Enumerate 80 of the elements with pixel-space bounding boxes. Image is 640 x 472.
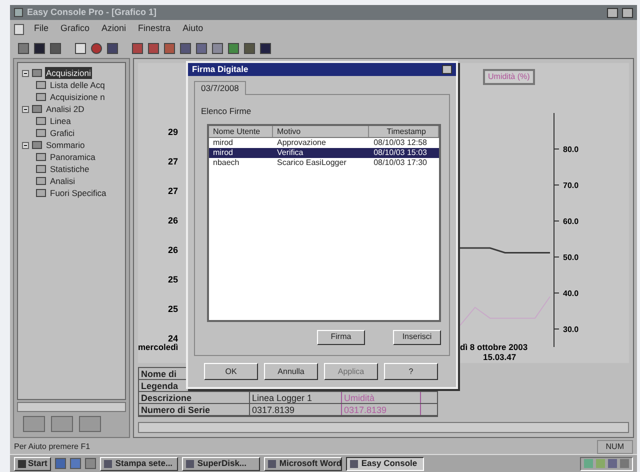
axis-tick-label: 25	[168, 304, 178, 314]
axis-tick-label: 27	[168, 186, 178, 196]
box-icon[interactable]	[132, 42, 143, 54]
collapse-icon[interactable]	[22, 70, 29, 76]
tree-item[interactable]: Panoramica	[49, 150, 96, 164]
group-label: Elenco Firme	[201, 105, 252, 118]
table-cell: Umidità	[341, 392, 421, 403]
tree-item[interactable]: Fuori Specifica	[49, 186, 108, 200]
axis-tick-label: 80.0	[563, 145, 579, 154]
axis-tick-label: 25	[168, 274, 178, 284]
tree-item[interactable]: Analisi 2D	[45, 102, 86, 116]
tree-item[interactable]: Lista delle Acq	[49, 78, 106, 92]
dialog-title: Firma Digitale	[192, 63, 248, 76]
tree-item[interactable]: Statistiche	[49, 162, 90, 176]
scrollbar[interactable]	[17, 402, 126, 412]
taskbar-button[interactable]: Stampa sete...	[100, 456, 178, 470]
axis-tick-label: 40.0	[563, 289, 579, 298]
tree-item[interactable]: Sommario	[45, 138, 86, 152]
date-label: mercoledì	[138, 342, 178, 352]
button: Applica	[324, 363, 378, 380]
tree-item[interactable]: Acquisizione n	[49, 90, 106, 104]
axis-tick-label: 70.0	[563, 181, 579, 190]
axis-tick-label: 27	[168, 156, 178, 166]
taskbar-button[interactable]: SuperDisk...	[182, 456, 260, 470]
status-message: Per Aiuto premere F1	[14, 441, 90, 453]
tab[interactable]: 03/7/2008	[194, 81, 246, 95]
axis-tick-label: 26	[168, 216, 178, 226]
menu-item[interactable]: Azioni	[100, 22, 128, 36]
legend-label: Umidità (%)	[483, 69, 535, 85]
app-icon	[14, 8, 23, 17]
tree-item[interactable]: Analisi	[49, 174, 76, 188]
close-button[interactable]	[442, 65, 452, 74]
button[interactable]: ?	[384, 363, 438, 380]
axis-tick-label: 26	[168, 245, 178, 255]
date-label: dì 8 ottobre 2003	[460, 342, 528, 352]
box-icon[interactable]	[148, 42, 159, 54]
collapse-icon[interactable]	[22, 142, 29, 148]
quick-launch-icon[interactable]	[55, 458, 66, 469]
button[interactable]: OK	[204, 363, 258, 380]
column-header[interactable]: Timestamp	[369, 126, 439, 137]
time-label: 15.03.47	[483, 352, 516, 362]
minimize-button[interactable]	[607, 8, 618, 18]
window-title: Easy Console Pro - [Grafico 1]	[27, 6, 157, 19]
column-header[interactable]: Motivo	[273, 126, 369, 137]
axis-tick-label: 50.0	[563, 253, 579, 262]
start-button[interactable]: Start	[14, 456, 52, 470]
tree-item[interactable]: Linea	[49, 114, 72, 128]
column-header[interactable]: Nome Utente	[209, 126, 273, 137]
menu-item[interactable]: Aiuto	[180, 22, 206, 36]
tree-item[interactable]: Acquisizioni	[45, 66, 92, 80]
menu-item[interactable]: Grafico	[58, 22, 92, 36]
axis-tick-label: 30.0	[563, 325, 579, 334]
close-button[interactable]	[622, 8, 633, 18]
status-indicator: NUM	[596, 440, 633, 454]
table-cell: 0317.8139	[249, 404, 341, 415]
axis-tick-label: 24	[168, 334, 178, 344]
button[interactable]: Annulla	[264, 363, 318, 380]
quick-launch-icon[interactable]	[85, 458, 96, 469]
scrollbar[interactable]	[138, 422, 629, 433]
table-cell: 0317.8139	[341, 404, 421, 415]
button[interactable]: Inserisci	[393, 330, 441, 345]
taskbar-button[interactable]: Easy Console	[346, 456, 424, 470]
menu-item[interactable]: File	[32, 22, 51, 36]
list-row[interactable]: mirod Approvazione 08/10/03 12:58	[209, 138, 439, 148]
table-cell-text: Descrizione	[140, 392, 193, 403]
box-icon[interactable]	[164, 42, 175, 54]
table-cell-text: Nome di	[140, 368, 178, 379]
taskbar-button[interactable]: Microsoft Word	[264, 456, 342, 470]
list-row[interactable]: nbaech Scarico EasiLogger 08/10/03 17:30	[209, 158, 439, 168]
axis-tick-label: 29	[168, 127, 178, 137]
table-cell: Linea Logger 1	[249, 392, 341, 403]
quick-launch-icon[interactable]	[70, 458, 82, 469]
axis-tick-label: 60.0	[563, 217, 579, 226]
list-row[interactable]: mirod Verifica 08/10/03 15:03	[209, 148, 439, 158]
table-cell-text: Legenda	[140, 380, 180, 391]
collapse-icon[interactable]	[22, 106, 29, 112]
tree-item[interactable]: Grafici	[49, 126, 76, 140]
menu-item[interactable]: Finestra	[136, 22, 173, 36]
table-cell-text: Numero di Serie	[140, 404, 212, 415]
button[interactable]: Firma	[317, 330, 365, 345]
